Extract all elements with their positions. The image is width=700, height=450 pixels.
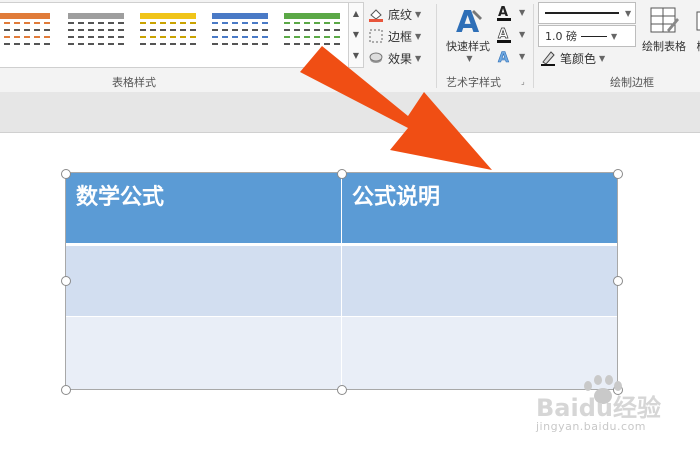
- chevron-down-icon: ▼: [466, 54, 473, 63]
- chevron-down-icon: ▼: [415, 53, 422, 63]
- shading-button[interactable]: 底纹 ▼: [368, 4, 421, 24]
- table-style-yellow[interactable]: [140, 13, 196, 53]
- draw-table-icon: [638, 4, 690, 38]
- ribbon: ▲ ▼ ▼ 表格样式 底纹 ▼ 边框 ▼ 效果 ▼ A 快速样式 ▼ A ▼ A…: [0, 0, 700, 93]
- watermark-brand: Baidu经验: [536, 394, 661, 422]
- chevron-down-icon: ▼: [519, 7, 526, 17]
- pen-color-button[interactable]: 笔颜色 ▼: [540, 48, 605, 68]
- eraser-icon: [692, 4, 700, 38]
- text-outline-button[interactable]: A ▼: [496, 24, 525, 44]
- dialog-launcher-icon[interactable]: ⌟: [521, 77, 525, 86]
- chevron-down-icon: ▼: [611, 31, 618, 41]
- line-style-preview: [545, 12, 619, 14]
- quick-styles-button[interactable]: A 快速样式 ▼: [442, 4, 494, 63]
- resize-handle-top-left[interactable]: [61, 169, 71, 179]
- scroll-down-icon[interactable]: ▼: [349, 24, 363, 45]
- wordart-a-icon: A: [442, 4, 494, 40]
- pen-color-label: 笔颜色: [560, 51, 597, 66]
- group-divider: [533, 4, 534, 88]
- chevron-down-icon: ▼: [519, 29, 526, 39]
- effects-icon: [368, 50, 384, 66]
- draw-table-button[interactable]: 绘制表格: [638, 4, 690, 54]
- quick-styles-label: 快速样式: [446, 40, 490, 53]
- borders-label: 边框: [388, 29, 413, 44]
- pen-style-dropdown[interactable]: ▼: [538, 2, 636, 24]
- text-fill-icon: A: [496, 4, 512, 21]
- watermark-url: jingyan.baidu.com: [536, 420, 647, 433]
- group-label-table-styles: 表格样式: [112, 76, 156, 89]
- svg-text:A: A: [498, 50, 509, 66]
- shading-label: 底纹: [388, 7, 413, 22]
- gallery-more-icon[interactable]: ▼: [349, 45, 363, 66]
- table-style-green[interactable]: [284, 13, 340, 53]
- line-weight-preview: [581, 35, 607, 37]
- svg-text:A: A: [498, 27, 508, 42]
- eraser-label: 橡: [692, 38, 700, 54]
- draw-table-label: 绘制表格: [642, 40, 686, 53]
- chevron-down-icon: ▼: [599, 53, 606, 63]
- table-selection-frame: [65, 172, 618, 390]
- pen-weight-value: 1.0 磅: [545, 30, 577, 43]
- text-fill-button[interactable]: A ▼: [496, 2, 525, 22]
- resize-handle-right[interactable]: [613, 276, 623, 286]
- eraser-button[interactable]: 橡: [692, 4, 700, 54]
- effects-label: 效果: [388, 51, 413, 66]
- ribbon-lower-strip: [0, 92, 700, 133]
- pen-weight-dropdown[interactable]: 1.0 磅 ▼: [538, 25, 636, 47]
- text-effects-button[interactable]: A ▼: [496, 46, 526, 67]
- border-icon: [368, 28, 384, 44]
- group-divider: [436, 4, 437, 88]
- resize-handle-top[interactable]: [337, 169, 347, 179]
- table-style-blue[interactable]: [212, 13, 268, 53]
- pen-icon: [540, 50, 556, 66]
- group-label-draw-borders: 绘制边框: [610, 76, 654, 89]
- svg-text:A: A: [456, 5, 480, 38]
- effects-button[interactable]: 效果 ▼: [368, 48, 421, 68]
- resize-handle-bottom-left[interactable]: [61, 385, 71, 395]
- text-outline-icon: A: [496, 26, 512, 43]
- resize-handle-bottom[interactable]: [337, 385, 347, 395]
- svg-text:A: A: [498, 5, 508, 20]
- chevron-down-icon: ▼: [415, 31, 422, 41]
- group-label-wordart-styles: 艺术字样式: [446, 76, 501, 89]
- chevron-down-icon: ▼: [625, 8, 632, 18]
- gallery-scrollbar[interactable]: ▲ ▼ ▼: [348, 2, 364, 68]
- paint-bucket-icon: [368, 6, 384, 22]
- text-effects-icon: A: [496, 48, 512, 67]
- table-style-gallery[interactable]: [0, 2, 349, 68]
- chevron-down-icon: ▼: [415, 9, 422, 19]
- scroll-up-icon[interactable]: ▲: [349, 3, 363, 24]
- borders-button[interactable]: 边框 ▼: [368, 26, 421, 46]
- baidu-watermark: Baidu经验 jingyan.baidu.com: [536, 375, 700, 438]
- resize-handle-left[interactable]: [61, 276, 71, 286]
- table-style-gray[interactable]: [68, 13, 124, 53]
- resize-handle-top-right[interactable]: [613, 169, 623, 179]
- table-style-orange[interactable]: [0, 13, 50, 53]
- chevron-down-icon: ▼: [519, 51, 526, 61]
